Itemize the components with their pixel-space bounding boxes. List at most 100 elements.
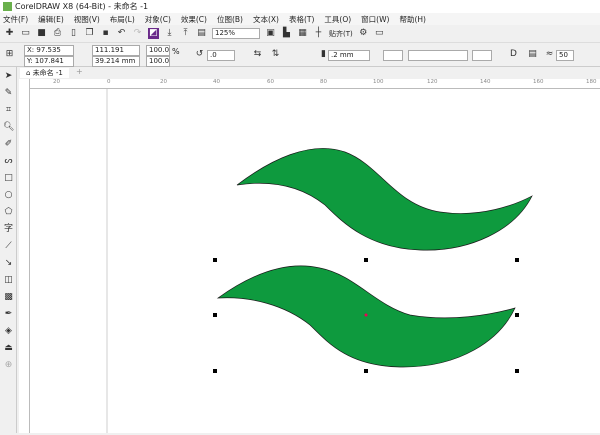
menu-bitmaps[interactable]: 位图(B) — [217, 14, 243, 25]
ruler-label: 180 — [586, 79, 597, 85]
import-icon[interactable]: ⤓ — [164, 28, 175, 39]
mirror-vertical-icon[interactable]: ⇅ — [270, 49, 281, 60]
close-curve-icon[interactable]: D — [508, 49, 519, 60]
document-tab-bar: ⌂ 未命名 -1 + — [16, 67, 600, 78]
options-gear-icon[interactable]: ⚙ — [358, 28, 369, 39]
interactive-fill-icon[interactable]: ◈ — [3, 326, 14, 337]
line-style-select[interactable] — [408, 50, 468, 61]
outline-width-select[interactable]: .2 mm — [328, 50, 370, 61]
menu-edit[interactable]: 编辑(E) — [38, 14, 64, 25]
height-field[interactable]: 39.214 mm — [92, 56, 140, 67]
smoothing-field[interactable]: 50 — [556, 50, 574, 61]
start-arrow-select[interactable] — [383, 50, 403, 61]
menu-view[interactable]: 视图(V) — [74, 14, 100, 25]
scale-x-field[interactable]: 100.0 — [146, 45, 170, 56]
toolbox: ➤ ✎ ⌗ 🔍︎ ✐ ᔕ □ ○ ⬠ 字 ⟋ ↘ ◫ ▩ ✒ ◈ ⏏ ⊕ — [0, 67, 17, 433]
pick-tool-icon[interactable]: ➤ — [3, 71, 14, 82]
eyedropper-icon[interactable]: ✒ — [3, 309, 14, 320]
end-arrow-select[interactable] — [472, 50, 492, 61]
undo-icon[interactable]: ↶ — [116, 28, 127, 39]
rotation-field[interactable]: .0 — [207, 50, 235, 61]
redo-icon[interactable]: ↷ — [132, 28, 143, 39]
copy-icon[interactable]: ❐ — [84, 28, 95, 39]
width-field[interactable]: 111.191 mm — [92, 45, 140, 63]
menu-effects[interactable]: 效果(C) — [181, 14, 207, 25]
drop-shadow-icon[interactable]: ◫ — [3, 275, 14, 286]
ruler-label: 0 — [107, 79, 111, 85]
ruler-label: 100 — [373, 79, 384, 85]
show-rulers-icon[interactable]: ▙ — [281, 28, 292, 39]
add-tab-icon[interactable]: + — [76, 67, 83, 76]
ruler-label: 40 — [213, 79, 220, 85]
selection-handle[interactable] — [213, 313, 217, 317]
coreldraw-logo-icon — [3, 2, 12, 11]
selection-handle[interactable] — [364, 258, 368, 262]
document-tab[interactable]: ⌂ 未命名 -1 — [20, 68, 69, 78]
show-guidelines-icon[interactable]: ┼ — [313, 28, 324, 39]
lower-leaf-shape-selected[interactable] — [216, 265, 516, 368]
artistic-media-icon[interactable]: ᔕ — [3, 156, 14, 167]
rectangle-tool-icon[interactable]: □ — [3, 173, 14, 184]
horizontal-ruler[interactable]: 20 0 20 40 60 80 100 120 140 160 180 — [30, 79, 600, 89]
smart-fill-icon[interactable]: ⏏ — [3, 343, 14, 354]
menu-object[interactable]: 对象(C) — [145, 14, 171, 25]
menu-help[interactable]: 帮助(H) — [399, 14, 426, 25]
text-tool-icon[interactable]: 字 — [3, 224, 14, 235]
save-icon[interactable]: ■ — [36, 28, 47, 39]
mirror-horizontal-icon[interactable]: ⇆ — [252, 49, 263, 60]
home-icon: ⌂ — [26, 69, 33, 77]
menu-table[interactable]: 表格(T) — [289, 14, 314, 25]
application-launcher-icon[interactable]: ▭ — [374, 28, 385, 39]
selection-handle[interactable] — [213, 258, 217, 262]
selection-handle[interactable] — [515, 258, 519, 262]
snap-to-dropdown[interactable]: 贴齐(T) — [329, 29, 353, 39]
ruler-label: 120 — [427, 79, 438, 85]
menu-window[interactable]: 窗口(W) — [361, 14, 389, 25]
property-bar: ⊞ X: 97.535 mm Y: 107.841 mm 111.191 mm … — [0, 43, 600, 74]
add-tool-icon[interactable]: ⊕ — [3, 360, 14, 371]
open-icon[interactable]: ▭ — [20, 28, 31, 39]
y-position-field[interactable]: Y: 107.841 mm — [24, 56, 74, 74]
freehand-tool-icon[interactable]: ✐ — [3, 139, 14, 150]
rotation-icon: ↺ — [195, 49, 204, 59]
cut-icon[interactable]: ▯ — [68, 28, 79, 39]
ruler-label: 140 — [480, 79, 491, 85]
transparency-icon[interactable]: ▩ — [3, 292, 14, 303]
shape-tool-icon[interactable]: ✎ — [3, 88, 14, 99]
connector-tool-icon[interactable]: ↘ — [3, 258, 14, 269]
ruler-label: 20 — [160, 79, 167, 85]
wrap-text-icon[interactable]: ▤ — [527, 49, 538, 60]
scale-y-field[interactable]: 100.0 — [146, 56, 170, 67]
ruler-label: 60 — [267, 79, 274, 85]
export-icon[interactable]: ⤒ — [180, 28, 191, 39]
ellipse-tool-icon[interactable]: ○ — [3, 190, 14, 201]
upper-leaf-shape[interactable] — [236, 148, 533, 251]
menu-layout[interactable]: 布局(L) — [110, 14, 135, 25]
polygon-tool-icon[interactable]: ⬠ — [3, 207, 14, 218]
print-icon[interactable]: ⎙ — [52, 28, 63, 39]
search-content-icon[interactable]: ◩ — [148, 28, 159, 39]
selection-handle[interactable] — [515, 369, 519, 373]
menu-file[interactable]: 文件(F) — [3, 14, 28, 25]
standard-toolbar: ✚ ▭ ■ ⎙ ▯ ❐ ▪ ↶ ↷ ◩ ⤓ ⤒ ▤ 125% ▣ ▙ ▦ ┼ 贴… — [0, 25, 600, 43]
vertical-ruler[interactable] — [19, 79, 30, 433]
publish-pdf-icon[interactable]: ▤ — [196, 28, 207, 39]
new-document-icon[interactable]: ✚ — [4, 28, 15, 39]
show-grid-icon[interactable]: ▦ — [297, 28, 308, 39]
selection-handle[interactable] — [364, 369, 368, 373]
window-title: CorelDRAW X8 (64-Bit) - 未命名 -1 — [15, 2, 149, 11]
zoom-tool-icon[interactable]: 🔍︎ — [3, 122, 14, 133]
paste-icon[interactable]: ▪ — [100, 28, 111, 39]
menu-tools[interactable]: 工具(O) — [324, 14, 351, 25]
canvas-svg — [106, 89, 533, 433]
zoom-level-select[interactable]: 125% — [212, 28, 260, 39]
parallel-dimension-icon[interactable]: ⟋ — [3, 241, 14, 252]
x-position-field[interactable]: X: 97.535 mm — [24, 45, 74, 63]
menu-text[interactable]: 文本(X) — [253, 14, 279, 25]
drawing-canvas[interactable] — [30, 89, 600, 433]
selection-handle[interactable] — [213, 369, 217, 373]
crop-tool-icon[interactable]: ⌗ — [3, 105, 14, 116]
selection-handle[interactable] — [515, 313, 519, 317]
center-marker — [364, 313, 368, 317]
full-screen-icon[interactable]: ▣ — [265, 28, 276, 39]
